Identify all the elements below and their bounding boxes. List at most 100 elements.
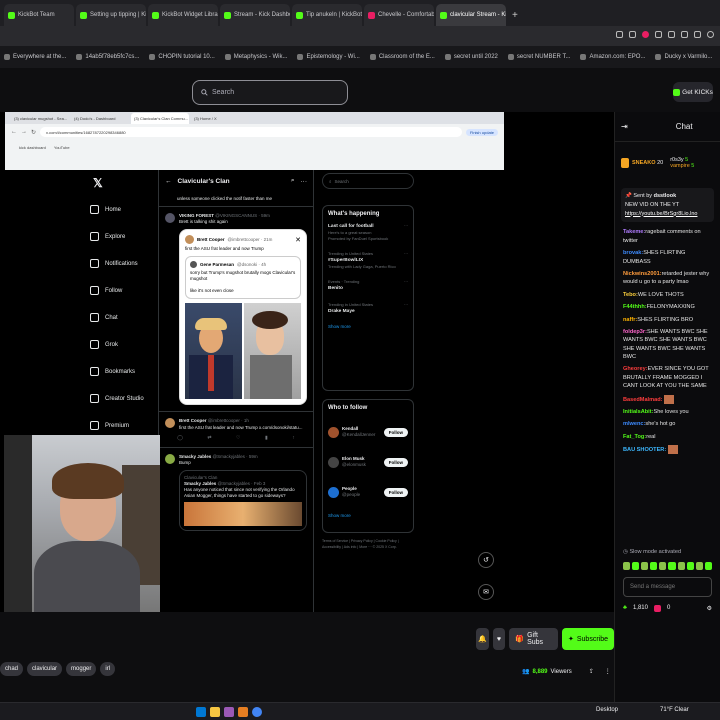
chrome-icon[interactable] [252,707,262,717]
get-kicks-button[interactable]: Get KICKs [673,82,713,102]
show-more-link[interactable]: Show more [328,324,408,329]
x-logo-icon[interactable]: 𝕏 [90,170,160,196]
kicks-icon[interactable] [653,604,661,612]
grok-icon[interactable]: ↺ [478,552,494,568]
bookmark-item[interactable]: Everywhere at the... [4,54,66,60]
avatar[interactable] [165,213,175,224]
trend-item[interactable]: Last call for football Here's to a great … [328,223,408,242]
forward-icon[interactable]: → [21,129,27,135]
record-icon[interactable] [642,31,649,38]
trend-item[interactable]: Events · Trending Benito ··· [328,279,408,292]
post-author[interactable]: Brett Cooper [179,418,207,423]
extension-icon[interactable] [668,31,675,38]
download-icon[interactable] [681,31,688,38]
post-brett[interactable]: Brett Cooper @imbrettcooper · 1h first t… [159,411,313,446]
chat-input[interactable]: Send a message [623,576,712,597]
app-icon[interactable] [224,707,234,717]
inner-browser-tab[interactable]: (3) Clavicular's Clan Commu... [131,113,189,124]
views-icon[interactable]: ▮ [265,435,268,441]
inner-bookmark[interactable]: kick dashboard [19,145,46,150]
emote-icon[interactable] [668,561,676,570]
profile-icon[interactable] [707,31,714,38]
inner-browser-tab[interactable]: (3) Home / X [191,113,249,124]
x-nav-item[interactable]: Creator Studio [90,385,160,412]
x-search-input[interactable]: ⌕ Search [322,173,414,189]
more-icon[interactable]: ··· [404,279,408,285]
like-icon[interactable]: ♡ [236,435,240,441]
gifter-name[interactable]: vampire [670,163,690,169]
bookmark-item[interactable]: CHOPIN tutorial 10... [149,54,215,60]
finish-update-button[interactable]: Finish update [465,128,498,136]
emote-icon[interactable] [632,561,640,570]
inner-browser-tab[interactable]: (3) clavicular mugshot - Sea... [11,113,69,124]
browser-tab[interactable]: Setting up tipping | KickBot [76,4,146,26]
chat-username[interactable]: naffr: [623,317,637,323]
share-icon[interactable]: ↑ [292,435,295,441]
back-icon[interactable]: ← [11,129,17,135]
emote-icon[interactable] [659,561,667,570]
post-viking[interactable]: VIKING FOREST @VIKINGSCANNUS · 59m Brett… [159,207,313,411]
bookmark-item[interactable]: secret until 2022 [444,54,498,60]
follow-button[interactable]: Follow [383,427,408,437]
chat-username[interactable]: mlwenc: [623,421,645,427]
gift-subs-button[interactable]: 🎁 Gift Subs [509,628,558,650]
x-nav-item[interactable]: Grok [90,331,160,358]
quoted-post[interactable]: Clavicular's Clan Smacky Jables @Smackyj… [179,469,307,531]
chat-username[interactable]: BAU SHOOTER: [623,447,666,453]
emote-icon[interactable] [695,561,703,570]
extension-icon[interactable] [655,31,662,38]
avatar[interactable] [328,456,339,468]
bookmark-item[interactable]: Ducky x Varmilo... [655,54,712,60]
avatar[interactable] [328,426,339,438]
stream-tag[interactable]: chad [0,662,24,676]
chat-username[interactable]: BasedMalmad: [623,397,662,403]
file-explorer-icon[interactable] [210,707,220,717]
chat-username[interactable]: brovak: [623,250,643,256]
desktop-label[interactable]: Desktop [596,707,618,713]
emote-icon[interactable] [704,561,712,570]
browser-tab[interactable]: KickBot Widget Library [148,4,218,26]
follow-heart-icon[interactable]: ♥ [492,628,506,650]
pinned-link[interactable]: https://youtu.be/BrSgr8Lio.lno [625,210,710,219]
top-gifter-name[interactable]: SNEAKO [632,160,656,166]
inner-url-bar[interactable]: x.com/i/communities/1682787220298346880 [40,127,462,137]
avatar[interactable] [165,418,175,429]
x-nav-item[interactable]: Home [90,196,160,223]
messages-icon[interactable]: ✉ [478,584,494,600]
chat-username[interactable]: foldep3r: [623,329,647,335]
more-icon[interactable]: ··· [301,178,308,185]
share-icon[interactable]: ⇪ [589,668,594,675]
app-icon[interactable] [238,707,248,717]
browser-tab[interactable]: Tip anukeln | KickBot [292,4,362,26]
avatar[interactable] [328,486,339,498]
chat-username[interactable]: Fat_Tog: [623,434,646,440]
chat-username[interactable]: Nickwins2001: [623,271,662,277]
collapse-chat-icon[interactable]: ⇥ [621,122,628,131]
quoted-post[interactable]: Brett Cooper @imbrettcooper · 21m ✕ firs… [179,229,307,406]
browser-tab[interactable]: Stream - Kick Dashboard [220,4,290,26]
more-icon[interactable]: ··· [404,223,408,229]
back-arrow-icon[interactable]: ← [165,178,172,185]
kick-search-input[interactable]: Search [192,80,348,105]
x-nav-item[interactable]: Explore [90,223,160,250]
mugshot-images[interactable] [185,303,301,400]
browser-tab[interactable]: clavicular Stream - Kick [436,4,506,26]
extension-icon[interactable] [629,31,636,38]
trend-item[interactable]: Trending in United States #SuperBowlLIX Tr… [328,251,408,270]
notifications-bell-icon[interactable]: 🔔 [476,628,489,650]
reload-icon[interactable]: ↻ [31,129,36,136]
search-icon[interactable]: ⌕ [291,177,295,185]
show-more-link[interactable]: Show more [328,513,408,518]
emote-icon[interactable] [641,561,649,570]
stream-tag[interactable]: irl [100,662,116,676]
x-nav-item[interactable]: Bookmarks [90,358,160,385]
chat-username[interactable]: Takeme: [623,229,645,235]
subscribe-button[interactable]: ✦ Subscribe [562,628,615,650]
post-smacky[interactable]: Smacky Jables @Smackyjables · 59m Bump C… [159,446,313,537]
inner-browser-tab[interactable]: (4) Dodo's - Dashboard [71,113,129,124]
emote-icon[interactable] [650,561,658,570]
post-author[interactable]: VIKING FOREST [179,213,214,218]
emote-icon[interactable] [677,561,685,570]
pinned-user[interactable]: dsstlook [654,193,677,199]
chat-username[interactable]: InitialsAbit: [623,409,653,415]
